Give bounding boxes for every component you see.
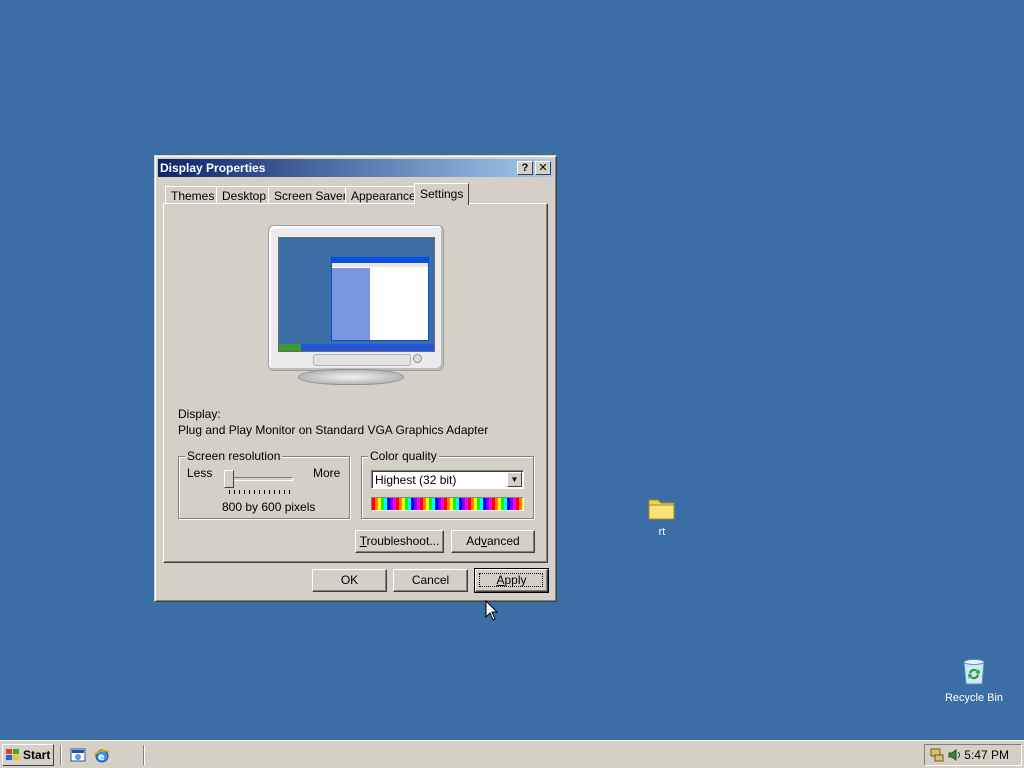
more-label: More (313, 466, 341, 480)
desktop-icon-label: rt (658, 526, 666, 538)
display-properties-window: Display Properties ? ✕ Themes Desktop Sc… (154, 155, 557, 602)
tab-screen-saver[interactable]: Screen Saver (268, 186, 353, 204)
color-quality-value: Highest (32 bit) (375, 473, 457, 487)
power-button-icon (413, 354, 422, 363)
desktop-icon-recycle-bin[interactable]: Recycle Bin (936, 656, 1012, 704)
color-quality-select[interactable]: Highest (32 bit) ▼ (371, 470, 524, 489)
taskbar-separator (143, 745, 145, 765)
less-label: Less (187, 466, 213, 480)
close-icon: ✕ (538, 162, 548, 174)
troubleshoot-button[interactable]: Troubleshoot... (355, 530, 444, 553)
volume-tray-icon[interactable] (947, 747, 963, 763)
display-label: Display: (178, 407, 221, 421)
ok-button[interactable]: OK (312, 569, 387, 592)
resolution-slider-thumb[interactable] (224, 470, 234, 488)
color-spectrum-bar (371, 497, 524, 511)
tab-settings[interactable]: Settings (414, 183, 470, 205)
taskbar: Start e 5:47 PM (0, 740, 1024, 768)
display-value: Plug and Play Monitor on Standard VGA Gr… (178, 423, 489, 437)
preview-window (331, 257, 429, 341)
resolution-slider-track[interactable] (227, 477, 293, 481)
taskbar-separator (60, 745, 62, 765)
monitor-preview (268, 225, 444, 371)
screen-resolution-group: Screen resolution Less More 800 by 600 p… (178, 449, 350, 519)
resolution-value: 800 by 600 pixels (222, 500, 316, 514)
title-bar[interactable]: Display Properties ? ✕ (158, 159, 553, 177)
desktop-icon-rt[interactable]: rt (624, 494, 700, 538)
folder-icon (648, 499, 675, 520)
tab-appearance[interactable]: Appearance (345, 186, 422, 204)
monitor-stand (298, 369, 404, 385)
network-tray-icon[interactable] (929, 747, 945, 763)
recycle-bin-icon (963, 659, 985, 685)
svg-text:e: e (98, 752, 105, 763)
start-button[interactable]: Start (2, 744, 54, 766)
desktop: { "desktop": { "background": "#3a6ea5", … (0, 0, 1024, 768)
desktop-icon-label: Recycle Bin (944, 692, 1004, 704)
color-quality-legend: Color quality (368, 449, 439, 463)
color-quality-group: Color quality Highest (32 bit) ▼ (361, 449, 534, 519)
preview-taskbar (279, 344, 434, 351)
apply-button[interactable]: Apply (474, 568, 549, 593)
close-button[interactable]: ✕ (535, 161, 551, 175)
windows-logo-icon (6, 749, 19, 760)
dropdown-arrow-icon[interactable]: ▼ (507, 472, 522, 487)
window-title: Display Properties (160, 161, 266, 175)
tab-desktop[interactable]: Desktop (216, 186, 273, 204)
monitor-screen (278, 237, 435, 352)
help-button[interactable]: ? (517, 161, 533, 175)
tab-themes[interactable]: Themes (165, 186, 221, 204)
slider-ticks (229, 490, 293, 494)
system-tray: 5:47 PM (924, 744, 1022, 766)
advanced-button[interactable]: Advanced (451, 530, 535, 553)
show-desktop-icon[interactable] (69, 746, 87, 764)
screen-resolution-legend: Screen resolution (185, 449, 283, 463)
internet-explorer-icon[interactable]: e (93, 746, 111, 764)
clock[interactable]: 5:47 PM (964, 748, 1009, 762)
settings-panel: Display: Plug and Play Monitor on Standa… (163, 203, 548, 563)
cancel-button[interactable]: Cancel (393, 569, 468, 592)
start-label: Start (23, 748, 51, 762)
mouse-cursor-icon (485, 600, 499, 621)
